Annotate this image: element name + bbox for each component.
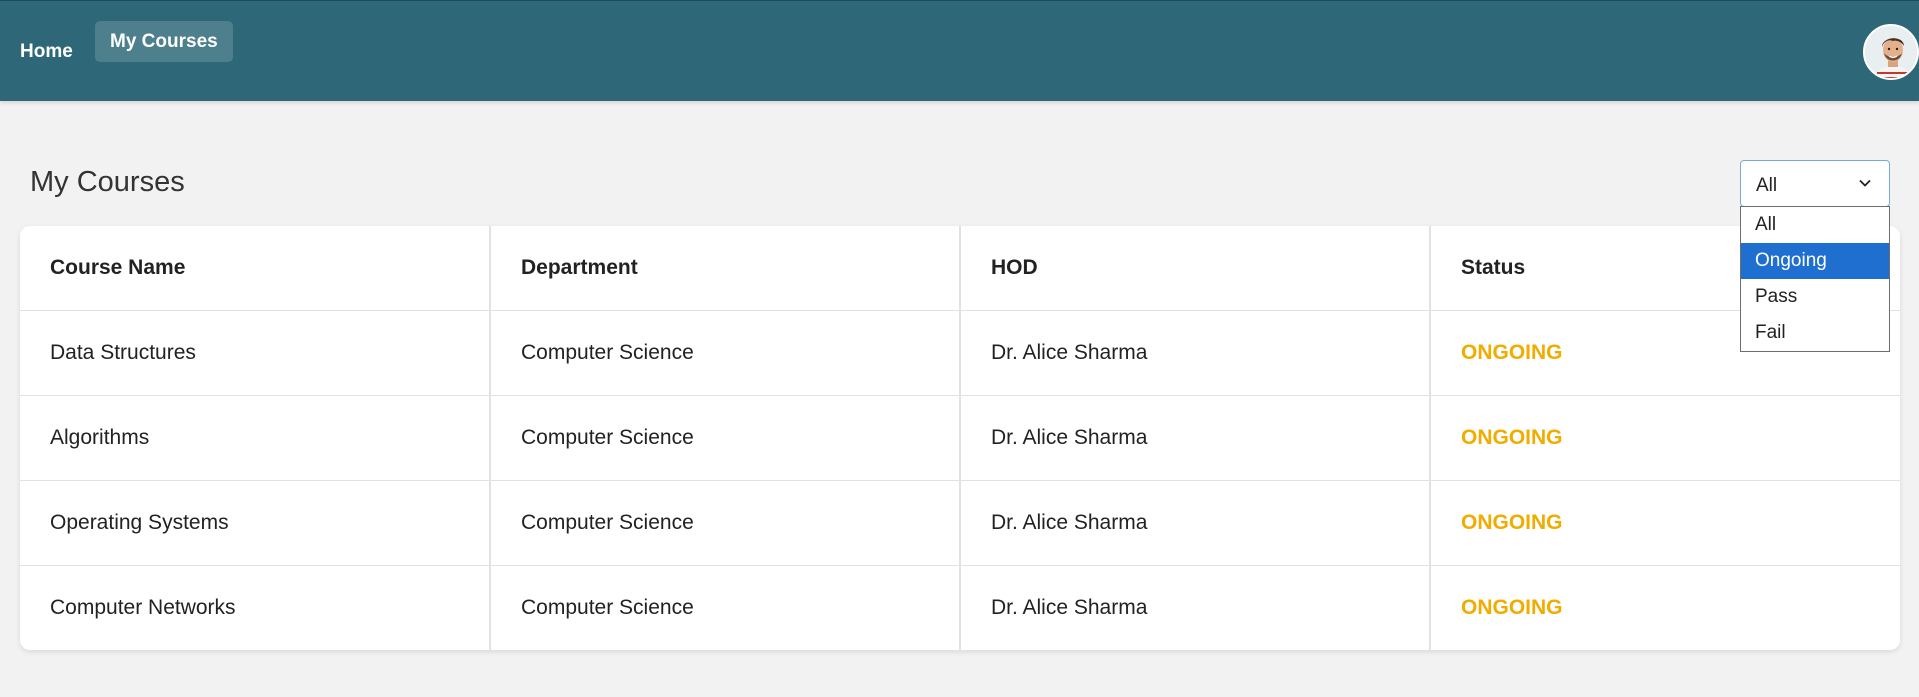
- page-title: My Courses: [30, 166, 185, 198]
- filter-option-fail[interactable]: Fail: [1741, 315, 1889, 351]
- column-header-course-name: Course Name: [20, 226, 491, 311]
- filter-option-pass[interactable]: Pass: [1741, 279, 1889, 315]
- user-avatar[interactable]: [1863, 24, 1919, 80]
- courses-table-card: Course Name Department HOD Status Data S…: [20, 226, 1900, 650]
- hod-cell: Dr. Alice Sharma: [960, 310, 1431, 396]
- hod-cell: Dr. Alice Sharma: [960, 565, 1431, 650]
- chevron-down-icon: [1859, 179, 1871, 187]
- course-name-cell: Computer Networks: [20, 565, 491, 650]
- department-cell: Computer Science: [490, 395, 961, 481]
- course-name-cell: Algorithms: [20, 395, 491, 481]
- table-row[interactable]: Algorithms Computer Science Dr. Alice Sh…: [20, 395, 1900, 481]
- status-filter-dropdown: All Ongoing Pass Fail: [1740, 206, 1890, 352]
- table-header-row: Course Name Department HOD Status: [20, 226, 1900, 311]
- filter-option-all[interactable]: All: [1741, 207, 1889, 243]
- user-avatar-icon: [1865, 26, 1917, 78]
- courses-table: Course Name Department HOD Status Data S…: [20, 226, 1900, 650]
- table-row[interactable]: Operating Systems Computer Science Dr. A…: [20, 480, 1900, 566]
- nav-home-link[interactable]: Home: [20, 41, 73, 63]
- top-navbar: Home My Courses: [0, 0, 1919, 101]
- hod-cell: Dr. Alice Sharma: [960, 395, 1431, 481]
- column-header-department: Department: [490, 226, 961, 311]
- status-cell: ONGOING: [1461, 595, 1563, 619]
- table-row[interactable]: Data Structures Computer Science Dr. Ali…: [20, 310, 1900, 396]
- status-cell: ONGOING: [1430, 480, 1900, 566]
- status-filter-value: All: [1756, 175, 1778, 196]
- filter-option-ongoing[interactable]: Ongoing: [1741, 243, 1889, 279]
- status-filter-select[interactable]: All: [1740, 160, 1890, 207]
- department-cell: Computer Science: [490, 565, 961, 650]
- course-name-cell: Operating Systems: [20, 480, 491, 566]
- nav-my-courses-link[interactable]: My Courses: [95, 21, 233, 62]
- department-cell: Computer Science: [490, 480, 961, 566]
- column-header-hod: HOD: [960, 226, 1431, 311]
- hod-cell: Dr. Alice Sharma: [960, 480, 1431, 566]
- status-cell: ONGOING: [1430, 395, 1900, 481]
- table-row[interactable]: Computer Networks Computer Science Dr. A…: [20, 565, 1900, 650]
- course-name-cell: Data Structures: [20, 310, 491, 396]
- department-cell: Computer Science: [490, 310, 961, 396]
